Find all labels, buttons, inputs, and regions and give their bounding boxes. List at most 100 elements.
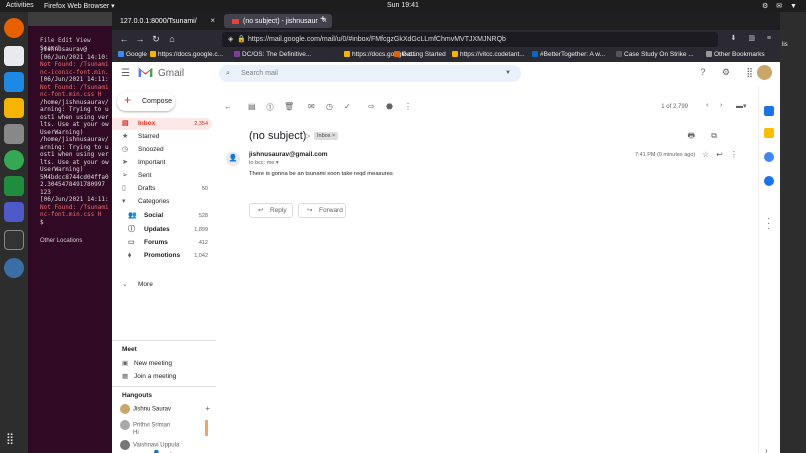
header-icons[interactable]: ? ⚙ ⣿ — [700, 67, 760, 78]
category-promotions[interactable]: ⬧ Promotions 1,042 — [112, 250, 212, 262]
add-to-tasks-icon[interactable]: ✓ — [344, 102, 351, 111]
writer-icon[interactable] — [4, 72, 24, 92]
forward-icon[interactable]: → — [134, 33, 146, 45]
important-marker-icon[interactable]: ▷ — [305, 132, 310, 140]
sidebar-item-drafts[interactable]: ▯ Drafts 50 — [112, 183, 212, 195]
bookmark-item[interactable]: https://docs.google.c... — [150, 51, 223, 58]
url-bar[interactable]: ◈ 🔒 https://mail.google.com/mail/u/0/#in… — [222, 32, 718, 47]
add-ons-icon[interactable]: · · · — [767, 214, 770, 234]
terminal-icon[interactable] — [4, 230, 24, 250]
sidebar-item-sent[interactable]: ➢ Sent — [112, 170, 212, 182]
bookmark-item[interactable]: Google — [118, 51, 147, 58]
search-options-icon[interactable]: ▼ — [505, 65, 511, 82]
category-forums[interactable]: ▭ Forums 412 — [112, 237, 212, 249]
other-locations[interactable]: Other Locations — [40, 238, 82, 246]
input-tools-icon[interactable]: ▬▾ — [736, 102, 747, 110]
new-tab-button[interactable]: + — [320, 14, 326, 25]
more-icon[interactable]: ⋮ — [730, 150, 745, 159]
hangout-contact[interactable]: Vaishnavi Uppula — [120, 440, 216, 450]
toolbar-icons[interactable]: ⬇ ▥ ≡ — [731, 34, 776, 42]
terminal-window[interactable]: File Edit View Search jishnusaurav@ [06/J… — [28, 12, 114, 453]
older-icon[interactable]: › — [720, 102, 722, 109]
compose-button[interactable]: + Compose — [117, 92, 175, 111]
system-tray[interactable]: ⚙ ✉ ▼ — [762, 2, 800, 10]
more-options-icon[interactable]: ⋮ — [404, 102, 412, 111]
camera-icon[interactable] — [4, 124, 24, 144]
print-icon[interactable]: 🖶 ⧉ — [688, 130, 725, 144]
contacts-icon[interactable] — [764, 176, 774, 186]
sidebar-item-important[interactable]: ➤ Important — [112, 157, 212, 169]
keep-icon[interactable] — [764, 128, 774, 138]
lock-icon[interactable]: 🔒 — [237, 32, 246, 47]
move-to-icon[interactable]: ⇨ — [368, 102, 375, 111]
show-apps-icon[interactable]: ⣿ — [6, 432, 14, 445]
back-icon[interactable]: ← — [118, 33, 130, 45]
chrome-icon[interactable] — [4, 150, 24, 170]
newer-icon[interactable]: ‹ — [706, 102, 708, 109]
sender-email[interactable]: jishnusaurav@gmail.com — [249, 151, 328, 158]
forward-button[interactable]: ↪ Forward — [298, 203, 346, 218]
search-bar[interactable]: ⌕ Search mail ▼ — [219, 65, 521, 82]
recipients-toggle[interactable]: to bcc: me ▾ — [249, 160, 279, 166]
bookmark-item[interactable]: #BetterTogether: A w... — [532, 51, 605, 58]
tasks-icon[interactable] — [764, 152, 774, 162]
files-icon[interactable] — [4, 46, 24, 66]
bookmark-item[interactable]: https://vitcc.codetant... — [452, 51, 525, 58]
mark-unread-icon[interactable]: ✉ — [308, 102, 315, 111]
hangout-contact[interactable]: Prithvi Sriman Hi — [120, 420, 216, 436]
teams-icon[interactable] — [4, 202, 24, 222]
main-menu-icon[interactable]: ☰ — [121, 68, 130, 79]
pager: 1 of 2,799 — [661, 104, 688, 110]
archive-icon[interactable]: ▤ — [248, 102, 256, 111]
delete-icon[interactable]: 🗑 — [284, 102, 294, 111]
sidebar-item-categories[interactable]: ▾ Categories — [112, 196, 212, 208]
tab-tsunami[interactable]: 127.0.0.1:8000/Tsunami/ × — [112, 14, 220, 28]
tab-label: 127.0.0.1:8000/Tsunami/ — [120, 17, 197, 25]
category-social[interactable]: 👥 Social 528 — [112, 210, 212, 222]
impress-icon[interactable] — [4, 98, 24, 118]
avatar — [120, 404, 130, 414]
category-updates[interactable]: ⓘ Updates 1,899 — [112, 224, 212, 236]
app-menu[interactable]: Firefox Web Browser ▾ — [44, 2, 115, 10]
category-label: Forums — [144, 239, 168, 246]
shield-icon[interactable]: ◈ — [228, 32, 233, 47]
home-icon[interactable]: ⌂ — [166, 33, 178, 45]
activities-button[interactable]: Activities — [6, 2, 34, 9]
terminal-line: UserWarning) — [40, 128, 84, 136]
bookmark-item[interactable]: Getting Started — [394, 51, 446, 58]
snooze-icon[interactable]: ◷ — [326, 102, 333, 111]
report-spam-icon[interactable]: ⓵ — [266, 102, 274, 113]
tab-close-icon[interactable]: × — [210, 16, 215, 25]
clock[interactable]: Sun 19:41 — [387, 2, 419, 9]
gmail-wordmark[interactable]: Gmail — [158, 68, 184, 79]
expand-panel-icon[interactable]: › — [765, 446, 768, 453]
bookmark-label: DC/OS: The Definitive... — [242, 51, 312, 58]
firefox-icon[interactable] — [4, 18, 24, 38]
bookmark-item[interactable]: Other Bookmarks — [706, 51, 765, 58]
new-meeting-item[interactable]: ▣ New meeting — [122, 359, 172, 367]
calendar-icon[interactable] — [764, 106, 774, 116]
labels-icon[interactable]: ⬣ — [386, 102, 393, 111]
bookmark-item[interactable]: DC/OS: The Definitive... — [234, 51, 311, 58]
back-to-inbox-icon[interactable]: ← — [224, 102, 232, 111]
reload-icon[interactable]: ↻ — [150, 33, 162, 45]
sidebar-item-starred[interactable]: ★ Starred — [112, 131, 212, 143]
account-avatar[interactable] — [757, 65, 772, 80]
gmail-logo-icon[interactable] — [138, 66, 153, 78]
inbox-label-badge[interactable]: Inbox × — [314, 132, 339, 140]
more-item[interactable]: ⌄ More — [112, 279, 212, 291]
reply-button[interactable]: ↩ Reply — [249, 203, 293, 218]
search-icon[interactable]: ⌕ — [226, 65, 230, 82]
tab-gmail[interactable]: (no subject) - jishnusaur × — [224, 14, 332, 28]
star-icon[interactable]: ☆ — [702, 150, 716, 159]
sidebar-item-inbox[interactable]: ▤ Inbox 2,354 — [112, 118, 212, 130]
join-meeting-item[interactable]: ▦ Join a meeting — [122, 372, 176, 380]
calc-icon[interactable] — [4, 176, 24, 196]
app-icon[interactable] — [4, 258, 24, 278]
hangouts-me[interactable]: Jishnu Saurav + — [120, 404, 216, 414]
reply-icon[interactable]: ↩ — [716, 150, 730, 159]
search-input[interactable]: Search mail — [241, 70, 278, 77]
bookmark-item[interactable]: Case Study On Strike ... — [616, 51, 694, 58]
add-contact-icon[interactable]: + — [205, 404, 210, 413]
sidebar-item-snoozed[interactable]: ◷ Snoozed — [112, 144, 212, 156]
